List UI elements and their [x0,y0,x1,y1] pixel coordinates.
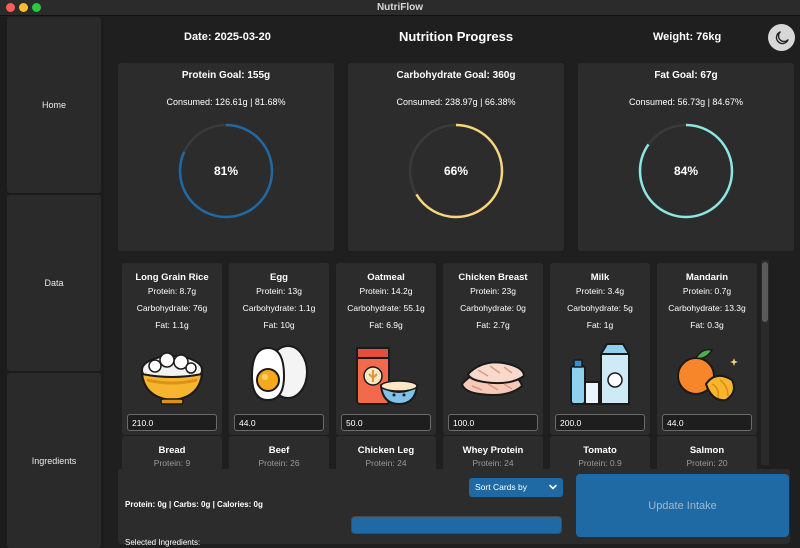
fat-goal-panel: Fat Goal: 67g Consumed: 56.73g | 84.67% … [578,63,794,251]
food-protein: Protein: 20 [686,458,728,468]
chevron-down-icon [549,484,557,490]
amount-input[interactable] [662,414,752,431]
food-name: Mandarin [685,272,729,283]
weight-label: Weight: 76kg [653,31,722,43]
food-carbs: Carbohydrate: 76g [136,303,208,313]
food-carbs: Carbohydrate: 0g [460,303,526,313]
food-name: Chicken Leg [357,445,415,456]
food-fat: Fat: 6.9g [369,320,403,330]
mandarin-icon [677,348,738,402]
goal-consumed: Consumed: 56.73g | 84.67% [629,97,743,107]
amount-input[interactable] [234,414,324,431]
cards-scrollbar-thumb[interactable] [762,262,768,322]
food-name: Chicken Breast [458,272,528,283]
food-carbs: Carbohydrate: 5g [567,303,633,313]
food-name: Salmon [689,445,725,456]
main-content: Date: 2025-03-20 Nutrition Progress Weig… [106,17,800,548]
title-bar: NutriFlow [0,0,800,16]
food-fat: Fat: 1g [586,320,614,330]
food-protein: Protein: 26 [258,458,300,468]
theme-toggle-button[interactable] [768,24,795,51]
food-name: Oatmeal [367,272,405,283]
goal-title: Carbohydrate Goal: 360g [396,70,516,81]
food-card[interactable]: Egg Protein: 13g Carbohydrate: 1.1g Fat:… [229,263,329,435]
sidebar: Home Data Ingredients [0,17,104,548]
sidebar-item-label: Ingredients [31,455,77,466]
sidebar-item-label: Home [41,100,66,110]
food-protein: Protein: 3.4g [575,286,625,296]
food-protein: Protein: 9 [153,458,191,468]
food-protein: Protein: 0.7g [682,286,732,296]
egg-icon [250,345,308,402]
food-card[interactable]: Chicken Breast Protein: 23g Carbohydrate… [443,263,543,435]
amount-input[interactable] [341,414,431,431]
protein-goal-panel: Protein Goal: 155g Consumed: 126.61g | 8… [118,63,334,251]
food-protein: Protein: 13g [256,286,302,296]
rice-bowl-icon [140,352,204,405]
food-fat: Fat: 1.1g [155,320,189,330]
selected-ingredients-progress [351,516,562,534]
food-name: Beef [268,445,290,456]
window-title: NutriFlow [376,2,424,13]
food-fat: Fat: 2.7g [476,320,510,330]
chicken-breast-icon [460,361,526,396]
milk-icon [570,343,631,405]
food-name: Tomato [583,445,617,456]
food-fat: Fat: 0.3g [690,320,724,330]
sidebar-item-home[interactable]: Home [7,17,101,193]
goal-percent: 81% [213,164,239,178]
food-protein: Protein: 23g [470,286,516,296]
goal-percent: 84% [673,164,699,178]
food-protein: Protein: 24 [365,458,407,468]
goal-percent: 66% [443,164,469,178]
food-card-grid: Long Grain Rice Protein: 8.7g Carbohydra… [118,261,768,476]
selected-ingredients-label: Selected Ingredients: [125,538,201,547]
food-card[interactable]: Oatmeal Protein: 14.2g Carbohydrate: 55.… [336,263,436,435]
goal-title: Fat Goal: 67g [654,70,718,81]
sidebar-item-data[interactable]: Data [7,195,101,371]
food-protein: Protein: 24 [472,458,514,468]
carbohydrate-goal-panel: Carbohydrate Goal: 360g Consumed: 238.97… [348,63,564,251]
goal-consumed: Consumed: 238.97g | 66.38% [396,97,516,107]
food-carbs: Carbohydrate: 13.3g [668,303,746,313]
food-name: Bread [158,445,186,456]
amount-input[interactable] [555,414,645,431]
update-intake-button[interactable]: Update Intake [576,474,789,537]
food-name: Long Grain Rice [135,272,209,283]
food-card[interactable]: Mandarin Protein: 0.7g Carbohydrate: 13.… [657,263,757,435]
food-card[interactable]: Long Grain Rice Protein: 8.7g Carbohydra… [122,263,222,435]
sidebar-item-label: Data [44,278,64,288]
goal-title: Protein Goal: 155g [181,70,271,81]
food-fat: Fat: 10g [263,320,295,330]
intake-summary: Protein: 0g | Carbs: 0g | Calories: 0g [125,500,263,509]
page-title: Nutrition Progress [398,29,514,44]
food-protein: Protein: 0.9 [578,458,622,468]
food-name: Whey Protein [462,445,524,456]
sort-cards-dropdown[interactable]: Sort Cards by [469,478,563,497]
amount-input[interactable] [448,414,538,431]
food-carbs: Carbohydrate: 55.1g [347,303,425,313]
food-protein: Protein: 14.2g [359,286,413,296]
amount-input[interactable] [127,414,217,431]
sort-dropdown-label: Sort Cards by [475,482,527,492]
food-card[interactable]: Milk Protein: 3.4g Carbohydrate: 5g Fat:… [550,263,650,435]
date-label: Date: 2025-03-20 [184,31,271,43]
goal-consumed: Consumed: 126.61g | 81.68% [166,97,286,107]
sidebar-item-ingredients[interactable]: Ingredients [7,373,101,548]
food-name: Egg [270,272,288,283]
food-name: Milk [590,272,610,283]
food-carbs: Carbohydrate: 1.1g [242,303,316,313]
moon-icon [775,30,789,44]
oatmeal-icon [356,347,419,406]
intake-summary-panel: Protein: 0g | Carbs: 0g | Calories: 0g S… [118,469,790,547]
food-protein: Protein: 8.7g [147,286,197,296]
update-intake-label: Update Intake [648,499,717,512]
